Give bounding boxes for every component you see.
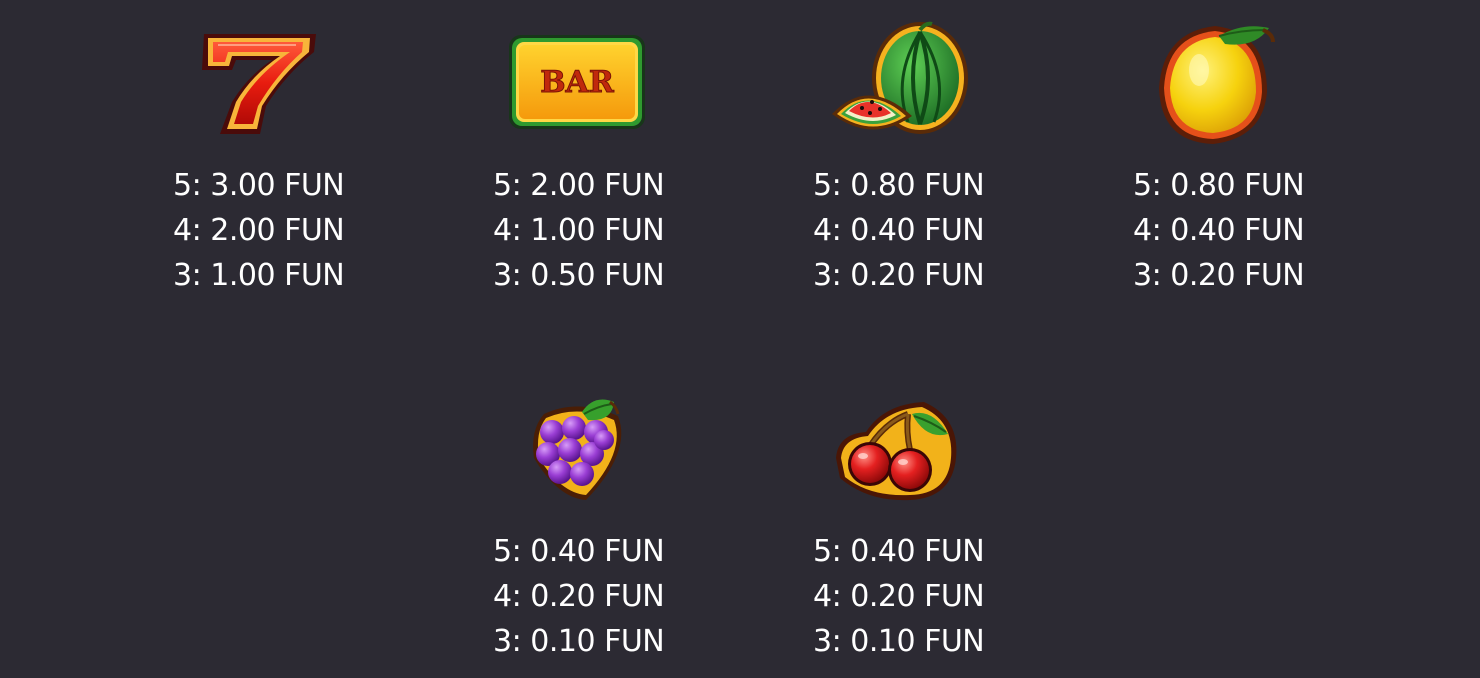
grapes-icon	[533, 399, 622, 500]
payout-line: 5: 3.00 FUN	[173, 168, 345, 203]
payout-line: 3: 0.10 FUN	[493, 624, 665, 659]
payout-list: 5: 0.40 FUN 4: 0.20 FUN 3: 0.10 FUN	[493, 529, 665, 664]
payout-line: 3: 0.50 FUN	[493, 258, 665, 293]
payout-line: 4: 1.00 FUN	[493, 213, 665, 248]
payout-list: 5: 3.00 FUN 4: 2.00 FUN 3: 1.00 FUN	[173, 163, 345, 298]
payout-list: 5: 0.80 FUN 4: 0.40 FUN 3: 0.20 FUN	[1133, 163, 1305, 298]
payout-line: 5: 0.80 FUN	[813, 168, 985, 203]
lemon-icon	[1159, 26, 1275, 144]
bar-icon: BAR	[509, 35, 645, 129]
payout-line: 4: 0.20 FUN	[493, 579, 665, 614]
payout-list: 5: 2.00 FUN 4: 1.00 FUN 3: 0.50 FUN	[493, 163, 665, 298]
payout-line: 4: 0.20 FUN	[813, 579, 985, 614]
bar-label: BAR	[540, 65, 615, 100]
payout-line: 4: 2.00 FUN	[173, 213, 345, 248]
payout-line: 5: 2.00 FUN	[493, 168, 665, 203]
watermelon-icon	[832, 21, 968, 134]
paytable: 5: 3.00 FUN 4: 2.00 FUN 3: 1.00 FUN BAR …	[0, 0, 1480, 678]
payout-line: 3: 0.20 FUN	[1133, 258, 1305, 293]
payout-line: 5: 0.40 FUN	[813, 534, 985, 569]
payout-line: 4: 0.40 FUN	[813, 213, 985, 248]
seven-icon	[202, 34, 316, 134]
payout-line: 3: 0.20 FUN	[813, 258, 985, 293]
payout-line: 3: 0.10 FUN	[813, 624, 985, 659]
payout-list: 5: 0.80 FUN 4: 0.40 FUN 3: 0.20 FUN	[813, 163, 985, 298]
cherries-icon	[836, 402, 957, 501]
payout-line: 3: 1.00 FUN	[173, 258, 345, 293]
payout-line: 4: 0.40 FUN	[1133, 213, 1305, 248]
payout-list: 5: 0.40 FUN 4: 0.20 FUN 3: 0.10 FUN	[813, 529, 985, 664]
payout-line: 5: 0.40 FUN	[493, 534, 665, 569]
payout-line: 5: 0.80 FUN	[1133, 168, 1305, 203]
